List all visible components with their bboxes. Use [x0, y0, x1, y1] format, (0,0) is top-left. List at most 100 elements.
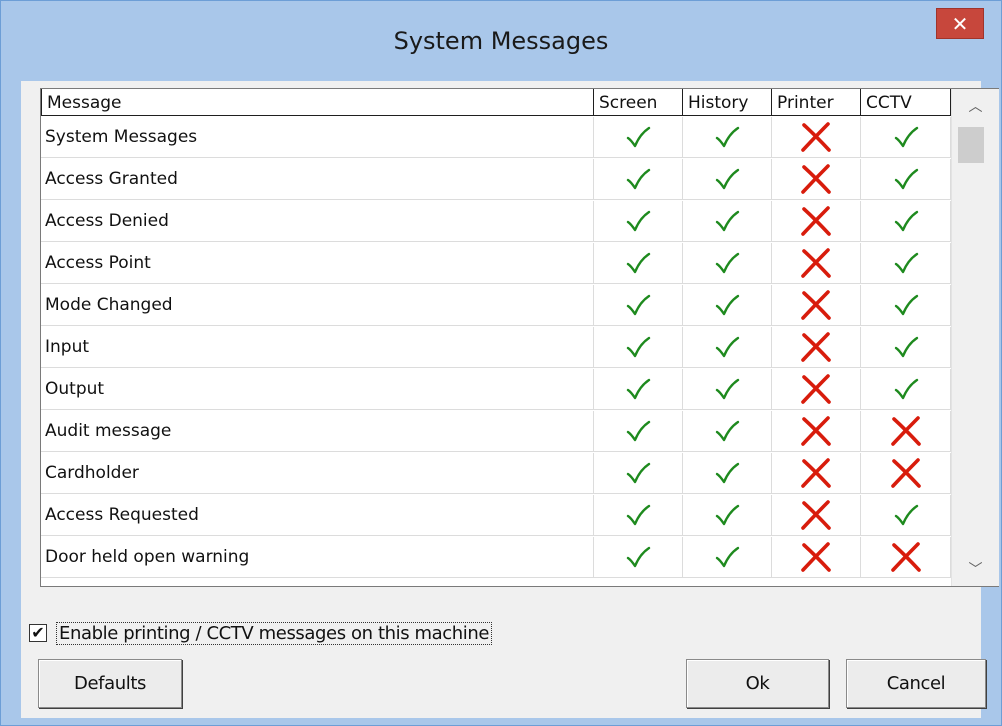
defaults-button[interactable]: Defaults: [38, 659, 182, 708]
column-header-message[interactable]: Message: [41, 89, 594, 116]
enable-printing-label[interactable]: Enable printing / CCTV messages on this …: [55, 621, 493, 645]
column-header-history[interactable]: History: [683, 89, 772, 116]
messages-grid: Message Screen History Printer CCTV Syst…: [40, 88, 999, 587]
close-button[interactable]: ✕: [936, 8, 984, 39]
history-toggle-cell[interactable]: [683, 495, 772, 536]
close-icon: ✕: [951, 11, 969, 36]
cancel-button[interactable]: Cancel: [846, 659, 986, 708]
cctv-toggle-cell[interactable]: [861, 327, 951, 368]
message-name: Access Requested: [41, 495, 594, 536]
screen-toggle-cell[interactable]: [594, 537, 683, 578]
red-cross-icon: [801, 206, 831, 236]
cctv-toggle-cell[interactable]: [861, 159, 951, 200]
table-row[interactable]: Access Denied: [41, 201, 951, 243]
green-check-icon: [626, 336, 651, 358]
cctv-toggle-cell[interactable]: [861, 453, 951, 494]
green-check-icon: [894, 168, 918, 190]
green-check-icon: [894, 504, 918, 526]
history-toggle-cell[interactable]: [683, 453, 772, 494]
table-row[interactable]: Audit message: [41, 411, 951, 453]
green-check-icon: [626, 252, 651, 274]
green-check-icon: [626, 378, 651, 400]
red-cross-icon: [801, 542, 831, 572]
screen-toggle-cell[interactable]: [594, 117, 683, 158]
enable-printing-option[interactable]: ✔ Enable printing / CCTV messages on thi…: [29, 621, 493, 645]
screen-toggle-cell[interactable]: [594, 327, 683, 368]
column-header-printer[interactable]: Printer: [772, 89, 861, 116]
ok-button[interactable]: Ok: [686, 659, 829, 708]
history-toggle-cell[interactable]: [683, 537, 772, 578]
green-check-icon: [715, 294, 740, 316]
printer-toggle-cell[interactable]: [772, 243, 861, 284]
printer-toggle-cell[interactable]: [772, 327, 861, 368]
screen-toggle-cell[interactable]: [594, 201, 683, 242]
history-toggle-cell[interactable]: [683, 285, 772, 326]
screen-toggle-cell[interactable]: [594, 495, 683, 536]
vertical-scrollbar[interactable]: ︿ ﹀: [951, 89, 999, 586]
red-cross-icon: [890, 416, 921, 446]
scroll-up-button[interactable]: ︿: [952, 89, 999, 123]
chevron-down-icon: ﹀: [968, 562, 983, 578]
history-toggle-cell[interactable]: [683, 411, 772, 452]
green-check-icon: [894, 378, 918, 400]
screen-toggle-cell[interactable]: [594, 411, 683, 452]
column-header-screen[interactable]: Screen: [594, 89, 683, 116]
printer-toggle-cell[interactable]: [772, 411, 861, 452]
green-check-icon: [715, 462, 740, 484]
cctv-toggle-cell[interactable]: [861, 201, 951, 242]
screen-toggle-cell[interactable]: [594, 243, 683, 284]
screen-toggle-cell[interactable]: [594, 453, 683, 494]
red-cross-icon: [801, 500, 831, 530]
green-check-icon: [894, 294, 918, 316]
history-toggle-cell[interactable]: [683, 201, 772, 242]
table-row[interactable]: Output: [41, 369, 951, 411]
printer-toggle-cell[interactable]: [772, 453, 861, 494]
history-toggle-cell[interactable]: [683, 117, 772, 158]
printer-toggle-cell[interactable]: [772, 495, 861, 536]
printer-toggle-cell[interactable]: [772, 201, 861, 242]
table-row[interactable]: Cardholder: [41, 453, 951, 495]
table-row[interactable]: Input: [41, 327, 951, 369]
printer-toggle-cell[interactable]: [772, 159, 861, 200]
green-check-icon: [626, 210, 651, 232]
cctv-toggle-cell[interactable]: [861, 537, 951, 578]
title-bar[interactable]: System Messages ✕: [1, 1, 1001, 81]
table-row[interactable]: Door held open warning: [41, 537, 951, 579]
history-toggle-cell[interactable]: [683, 243, 772, 284]
history-toggle-cell[interactable]: [683, 327, 772, 368]
grid-header: Message Screen History Printer CCTV: [41, 89, 951, 117]
screen-toggle-cell[interactable]: [594, 369, 683, 410]
cctv-toggle-cell[interactable]: [861, 117, 951, 158]
table-row[interactable]: Access Granted: [41, 159, 951, 201]
table-row[interactable]: System Messages: [41, 117, 951, 159]
table-row[interactable]: Mode Changed: [41, 285, 951, 327]
table-row[interactable]: Access Requested: [41, 495, 951, 537]
cctv-toggle-cell[interactable]: [861, 369, 951, 410]
history-toggle-cell[interactable]: [683, 369, 772, 410]
printer-toggle-cell[interactable]: [772, 117, 861, 158]
green-check-icon: [715, 546, 740, 568]
scroll-down-button[interactable]: ﹀: [952, 552, 999, 586]
table-row[interactable]: Access Point: [41, 243, 951, 285]
green-check-icon: [715, 378, 740, 400]
green-check-icon: [626, 420, 651, 442]
green-check-icon: [626, 294, 651, 316]
printer-toggle-cell[interactable]: [772, 285, 861, 326]
cctv-toggle-cell[interactable]: [861, 243, 951, 284]
column-header-cctv[interactable]: CCTV: [861, 89, 951, 116]
history-toggle-cell[interactable]: [683, 159, 772, 200]
printer-toggle-cell[interactable]: [772, 369, 861, 410]
screen-toggle-cell[interactable]: [594, 159, 683, 200]
cctv-toggle-cell[interactable]: [861, 495, 951, 536]
printer-toggle-cell[interactable]: [772, 537, 861, 578]
cctv-toggle-cell[interactable]: [861, 285, 951, 326]
red-cross-icon: [801, 122, 831, 152]
red-cross-icon: [801, 374, 831, 404]
cctv-toggle-cell[interactable]: [861, 411, 951, 452]
green-check-icon: [626, 504, 651, 526]
red-cross-icon: [890, 542, 921, 572]
scroll-thumb[interactable]: [958, 127, 984, 163]
screen-toggle-cell[interactable]: [594, 285, 683, 326]
enable-printing-checkbox[interactable]: ✔: [29, 624, 47, 642]
message-name: Output: [41, 369, 594, 410]
